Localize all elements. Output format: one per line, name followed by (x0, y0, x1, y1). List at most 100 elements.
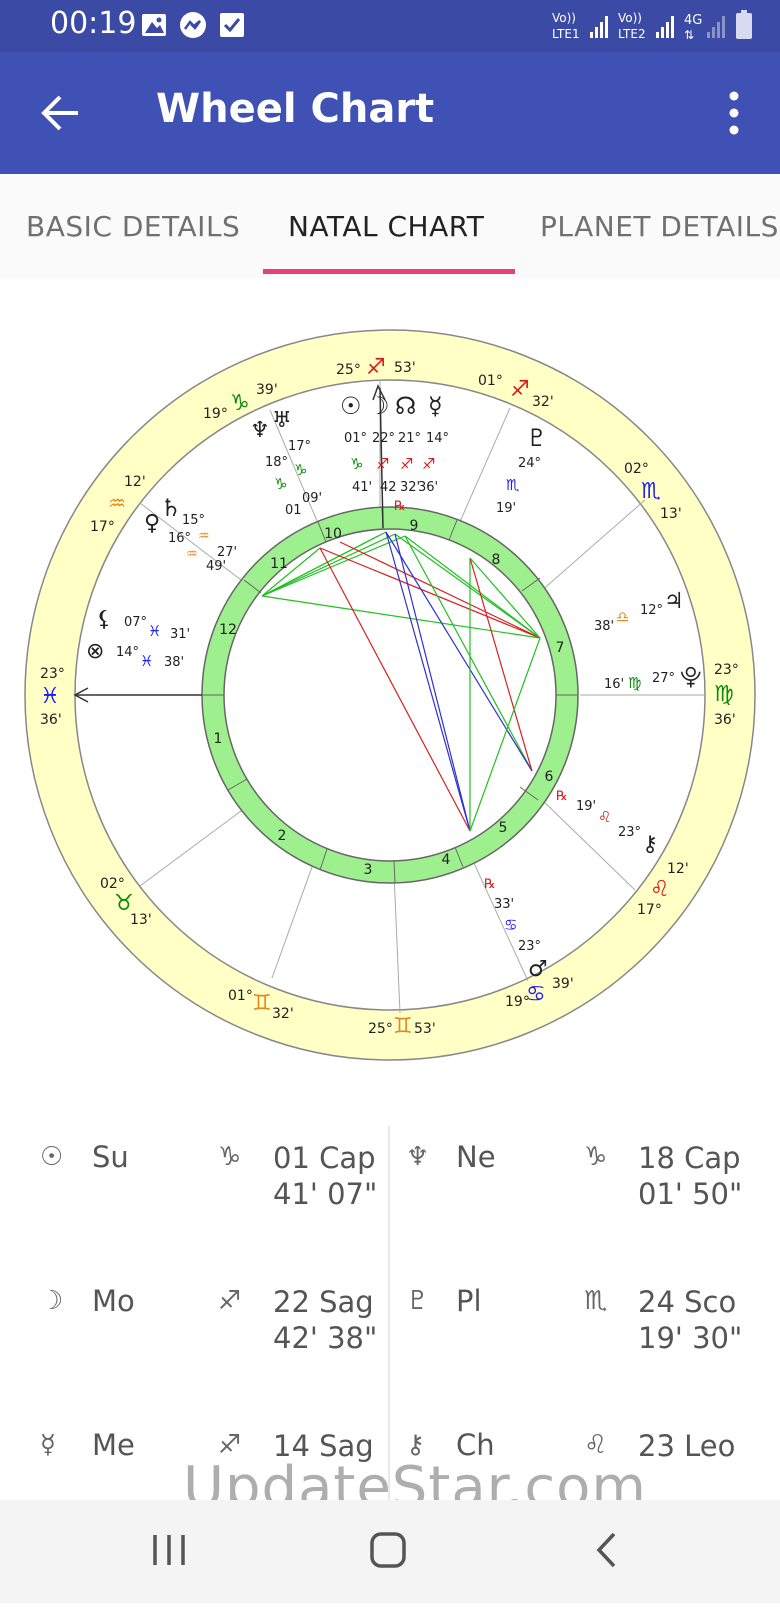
house-number: 9 (410, 518, 419, 534)
messenger-icon (180, 12, 206, 38)
house-number: 1 (214, 731, 223, 747)
planet-position: 22 Sag (273, 1285, 374, 1319)
planet-position-minutes: 19' 30" (638, 1321, 743, 1355)
svg-text:27°: 27° (652, 671, 675, 686)
house-number: 8 (492, 552, 501, 568)
svg-text:17°: 17° (90, 519, 115, 535)
system-nav-bar (0, 1500, 780, 1603)
sim1-label: Vo)) (552, 11, 576, 25)
tab-planet-details[interactable]: PLANET DETAILS (540, 210, 779, 243)
svg-text:23°: 23° (40, 666, 65, 682)
svg-text:14°: 14° (426, 431, 449, 446)
planet-table: ☉ Su ♑ 01 Cap 41' 07" ♆ Ne ♑ 18 Cap 01' … (0, 1090, 780, 1500)
svg-text:38': 38' (164, 655, 184, 670)
tab-basic-details[interactable]: BASIC DETAILS (26, 210, 240, 243)
svg-text:39': 39' (552, 976, 574, 992)
planet-abbr: Pl (456, 1284, 482, 1318)
status-time: 00:19 (50, 6, 137, 41)
svg-text:32': 32' (272, 1006, 294, 1022)
retrograde-marker: ℞ (556, 789, 568, 804)
svg-text:LTE2: LTE2 (618, 27, 646, 41)
sagittarius-icon: ♐ (218, 1286, 242, 1316)
svg-text:36': 36' (714, 712, 736, 728)
svg-text:♎: ♎ (616, 608, 629, 626)
planet-abbr: Me (92, 1428, 135, 1462)
svg-text:09': 09' (302, 491, 322, 506)
svg-text:02°: 02° (100, 876, 125, 892)
planet-abbr: Ne (456, 1140, 496, 1174)
signal-icon-3 (707, 16, 725, 38)
sagittarius-icon: ♐ (510, 377, 530, 402)
uranus-icon: ♅ (272, 408, 292, 433)
back-arrow-icon[interactable] (38, 90, 84, 136)
svg-text:12°: 12° (640, 603, 663, 618)
image-icon (142, 14, 166, 36)
svg-text:49': 49' (206, 559, 226, 574)
svg-text:23°: 23° (518, 939, 541, 954)
status-left-icons (142, 12, 244, 38)
svg-text:♑: ♑ (294, 461, 307, 479)
moon-icon: ☽ (40, 1286, 64, 1316)
house-number: 10 (324, 526, 342, 542)
page-title: Wheel Chart (156, 86, 435, 132)
status-bar: 00:19 Vo)) LTE1 Vo)) LTE2 4G ⇅ (0, 0, 780, 52)
planet-position: 23 Leo (638, 1429, 736, 1463)
svg-text:33': 33' (494, 897, 514, 912)
svg-text:14°: 14° (116, 645, 139, 660)
mars-icon: ♂ (528, 957, 548, 982)
signal-icon (590, 16, 608, 38)
north-node-icon: ☊ (395, 392, 416, 420)
cancer-icon: ♋ (526, 982, 546, 1007)
active-tab-indicator (263, 269, 515, 274)
svg-text:02°: 02° (624, 461, 649, 477)
svg-text:01°: 01° (228, 988, 253, 1004)
sun-icon: ☉ (40, 1142, 64, 1172)
svg-text:♐: ♐ (422, 455, 435, 473)
svg-text:♒: ♒ (186, 547, 198, 562)
svg-text:01°: 01° (478, 373, 503, 389)
svg-text:07°: 07° (124, 615, 147, 630)
svg-text:12': 12' (667, 861, 689, 877)
chiron-icon: ⚷ (642, 832, 658, 857)
svg-text:32': 32' (532, 394, 554, 410)
network-label: 4G (684, 13, 702, 28)
sim2-label: Vo)) (618, 11, 642, 25)
aquarius-icon: ♒ (108, 491, 126, 515)
pisces-icon: ♓ (40, 684, 60, 709)
neptune-icon: ♆ (250, 418, 270, 443)
capricorn-icon: ♑ (218, 1142, 242, 1172)
planet-position-minutes: 41' 07" (273, 1177, 378, 1211)
pluto-icon: ♇ (526, 424, 548, 452)
battery-icon (736, 10, 752, 39)
svg-text:18°: 18° (265, 455, 288, 470)
svg-text:19': 19' (576, 799, 596, 814)
svg-text:23°: 23° (714, 662, 739, 678)
svg-text:15°: 15° (182, 513, 205, 528)
planet-position: 18 Cap (638, 1141, 741, 1175)
svg-text:22°: 22° (372, 431, 395, 446)
tab-natal-chart[interactable]: NATAL CHART (288, 210, 484, 243)
checkbox-icon (220, 13, 244, 37)
status-right-icons: Vo)) LTE1 Vo)) LTE2 4G ⇅ (552, 10, 752, 42)
column-divider (388, 1126, 390, 1500)
house-number: 11 (270, 556, 288, 572)
svg-text:41': 41' (352, 480, 372, 495)
signal-icon-2 (656, 16, 674, 38)
svg-text:42: 42 (380, 480, 397, 495)
svg-text:01: 01 (285, 503, 302, 518)
svg-text:LTE1: LTE1 (552, 27, 580, 41)
house-number: 4 (442, 852, 451, 868)
svg-text:24°: 24° (518, 456, 541, 471)
svg-text:53': 53' (394, 360, 416, 376)
svg-text:21°: 21° (398, 431, 421, 446)
svg-text:25°: 25° (336, 362, 361, 378)
svg-text:23°: 23° (618, 825, 641, 840)
svg-text:31': 31' (170, 627, 190, 642)
svg-text:16': 16' (604, 677, 624, 692)
svg-text:25°: 25° (368, 1021, 393, 1037)
svg-text:♑: ♑ (274, 475, 287, 493)
more-options-icon[interactable] (726, 90, 742, 136)
planet-position-minutes: 42' 38" (273, 1321, 378, 1355)
capricorn-icon: ♑ (230, 391, 250, 416)
svg-text:♓: ♓ (140, 652, 153, 670)
